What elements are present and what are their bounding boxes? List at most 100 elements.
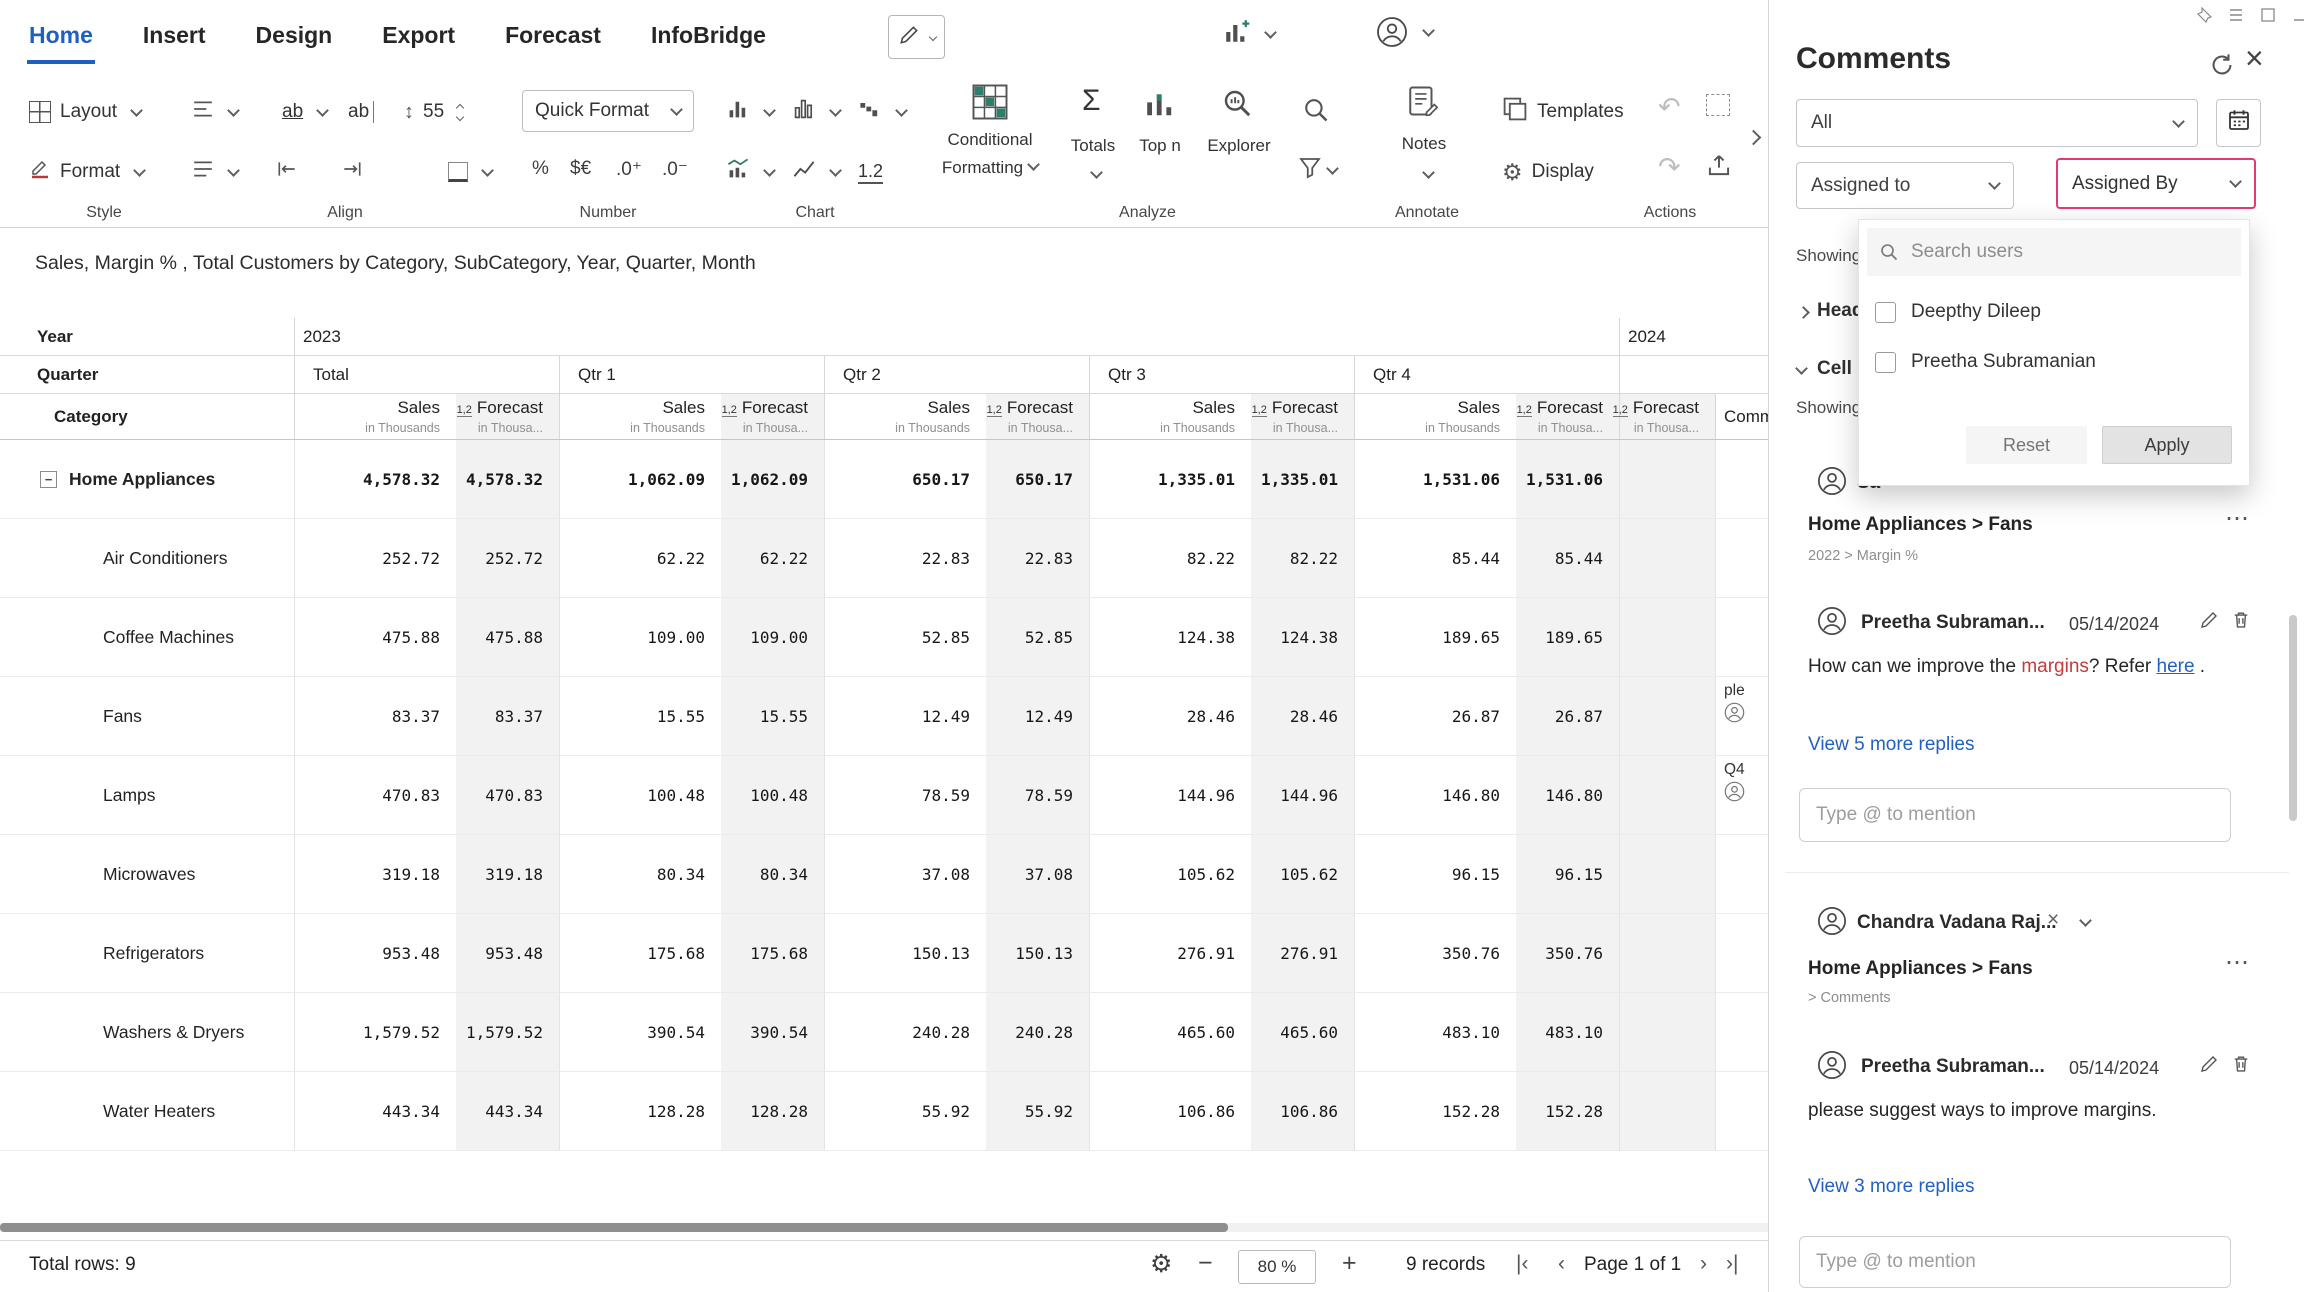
comment-indicator-cell[interactable] (1715, 519, 1768, 597)
font-size-stepper[interactable]: ↕ 55 (404, 92, 463, 132)
calendar-filter-button[interactable] (2216, 99, 2261, 147)
forecast-value-cell[interactable]: 470.83 (456, 756, 559, 834)
delete-comment-icon[interactable] (2231, 1054, 2251, 1074)
checkbox-icon[interactable] (1875, 302, 1896, 323)
close-icon[interactable]: × (2245, 40, 2264, 77)
sales-value-cell[interactable]: 252.72 (294, 519, 456, 597)
vertical-align-button[interactable] (192, 152, 238, 192)
row-label[interactable]: Water Heaters (0, 1072, 294, 1150)
comment-indicator-cell[interactable] (1715, 598, 1768, 676)
sales-value-cell[interactable]: 100.48 (559, 756, 721, 834)
forecast-value-cell[interactable]: 106.86 (1251, 1072, 1354, 1150)
sales-value-cell[interactable]: 465.60 (1089, 993, 1251, 1071)
forecast-value-cell[interactable]: 390.54 (721, 993, 824, 1071)
add-chart-button[interactable] (1222, 18, 1275, 51)
conditional-formatting-label-1[interactable]: Conditional (930, 130, 1050, 150)
row-label[interactable]: Lamps (0, 756, 294, 834)
sales-value-cell[interactable]: 1,579.52 (294, 993, 456, 1071)
quarter-total[interactable]: Total (294, 356, 559, 393)
forecast-value-cell[interactable]: 96.15 (1516, 835, 1619, 913)
forecast-2024-cell[interactable] (1619, 440, 1715, 518)
sales-value-cell[interactable]: 189.65 (1354, 598, 1516, 676)
checkbox-icon[interactable] (1875, 352, 1896, 373)
assigned-by-dropdown[interactable]: Assigned By (2056, 158, 2256, 209)
sales-value-cell[interactable]: 52.85 (824, 598, 986, 676)
quarter-qtr-3[interactable]: Qtr 3 (1089, 356, 1354, 393)
sales-value-cell[interactable]: 276.91 (1089, 914, 1251, 992)
assigned-to-dropdown[interactable]: Assigned to (1796, 162, 2014, 209)
forecast-value-cell[interactable]: 26.87 (1516, 677, 1619, 755)
view-more-replies-link[interactable]: View 5 more replies (1808, 734, 1975, 756)
share-icon[interactable] (1706, 152, 1732, 183)
forecast-value-cell[interactable]: 152.28 (1516, 1072, 1619, 1150)
row-label[interactable]: Coffee Machines (0, 598, 294, 676)
edit-comment-icon[interactable] (2199, 1054, 2219, 1074)
chart-bars-button[interactable] (726, 92, 774, 132)
pin-icon[interactable] (2196, 7, 2212, 28)
sales-value-cell[interactable]: 128.28 (559, 1072, 721, 1150)
cell-comments-section[interactable]: Cell (1817, 358, 1852, 380)
forecast-value-cell[interactable]: 240.28 (986, 993, 1089, 1071)
decrease-decimal-button[interactable]: .0⁻ (662, 158, 688, 181)
currency-format-button[interactable]: $€ (570, 158, 591, 180)
forecast-value-cell[interactable]: 252.72 (456, 519, 559, 597)
display-button[interactable]: ⚙ Display (1502, 152, 1594, 192)
format-button[interactable]: Format (29, 152, 144, 192)
comment-indicator-cell[interactable] (1715, 835, 1768, 913)
minimize-icon[interactable] (2292, 7, 2304, 28)
sales-value-cell[interactable]: 650.17 (824, 440, 986, 518)
forecast-value-cell[interactable]: 124.38 (1251, 598, 1354, 676)
sales-value-cell[interactable]: 1,335.01 (1089, 440, 1251, 518)
thread-menu-icon[interactable]: ⋯ (2225, 948, 2251, 977)
notes-label[interactable]: Notes (1364, 134, 1484, 154)
row-label[interactable]: Air Conditioners (0, 519, 294, 597)
forecast-value-cell[interactable]: 475.88 (456, 598, 559, 676)
forecast-value-cell[interactable]: 78.59 (986, 756, 1089, 834)
increase-decimal-button[interactable]: .0⁺ (616, 158, 642, 181)
sales-value-cell[interactable]: 4,578.32 (294, 440, 456, 518)
percent-format-button[interactable]: % (532, 158, 549, 180)
forecast-value-cell[interactable]: 319.18 (456, 835, 559, 913)
sales-value-cell[interactable]: 152.28 (1354, 1072, 1516, 1150)
top-n-label[interactable]: Top n (1118, 136, 1202, 156)
forecast-value-cell[interactable]: 144.96 (1251, 756, 1354, 834)
comment-indicator-cell[interactable]: Q4 (1715, 756, 1768, 834)
forecast-value-cell[interactable]: 22.83 (986, 519, 1089, 597)
search-users-input[interactable] (1911, 241, 2229, 263)
sales-value-cell[interactable]: 470.83 (294, 756, 456, 834)
forecast-value-cell[interactable]: 4,578.32 (456, 440, 559, 518)
user-option-deepthy[interactable]: Deepthy Dileep (1875, 292, 2041, 332)
thread-menu-icon[interactable]: ⋯ (2225, 504, 2251, 533)
horizontal-scrollbar-thumb[interactable] (0, 1223, 1228, 1232)
forecast-value-cell[interactable]: 82.22 (1251, 519, 1354, 597)
templates-button[interactable]: Templates (1502, 92, 1624, 132)
sales-value-cell[interactable]: 319.18 (294, 835, 456, 913)
selection-frame-icon[interactable] (1706, 94, 1730, 121)
sales-value-cell[interactable]: 146.80 (1354, 756, 1516, 834)
edit-comment-icon[interactable] (2199, 610, 2219, 630)
page-first-button[interactable]: |‹ (1516, 1252, 1528, 1276)
sales-value-cell[interactable]: 37.08 (824, 835, 986, 913)
refresh-icon[interactable] (2209, 52, 2235, 78)
forecast-value-cell[interactable]: 175.68 (721, 914, 824, 992)
forecast-value-cell[interactable]: 80.34 (721, 835, 824, 913)
notes-icon[interactable] (1406, 84, 1440, 123)
zoom-level-box[interactable]: 80 % (1238, 1250, 1316, 1284)
forecast-value-cell[interactable]: 55.92 (986, 1072, 1089, 1150)
forecast-value-cell[interactable]: 109.00 (721, 598, 824, 676)
explorer-icon[interactable] (1222, 88, 1254, 125)
quarter-qtr-4[interactable]: Qtr 4 (1354, 356, 1619, 393)
sales-value-cell[interactable]: 953.48 (294, 914, 456, 992)
forecast-value-cell[interactable]: 12.49 (986, 677, 1089, 755)
sales-value-cell[interactable]: 390.54 (559, 993, 721, 1071)
sales-value-cell[interactable]: 82.22 (1089, 519, 1251, 597)
horizontal-scrollbar[interactable] (0, 1223, 1768, 1232)
forecast-2024-cell[interactable] (1619, 914, 1715, 992)
row-label[interactable]: Washers & Dryers (0, 993, 294, 1071)
forecast-value-cell[interactable]: 100.48 (721, 756, 824, 834)
forecast-value-cell[interactable]: 1,335.01 (1251, 440, 1354, 518)
forecast-2024-cell[interactable] (1619, 1072, 1715, 1150)
comment-indicator-cell[interactable] (1715, 914, 1768, 992)
reset-button[interactable]: Reset (1966, 426, 2087, 464)
forecast-2024-cell[interactable] (1619, 756, 1715, 834)
